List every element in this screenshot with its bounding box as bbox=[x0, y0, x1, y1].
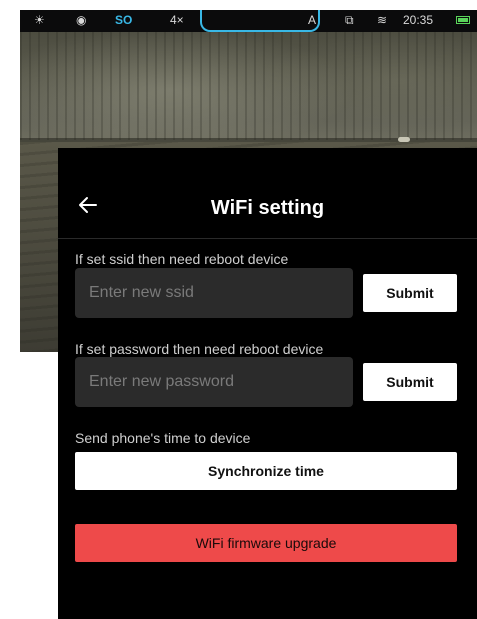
time-sync-label: Send phone's time to device bbox=[75, 430, 251, 446]
animal-marker bbox=[398, 137, 410, 142]
header-divider bbox=[58, 238, 477, 239]
auto-indicator: A bbox=[308, 13, 317, 27]
zoom-level: 4× bbox=[170, 13, 184, 27]
ssid-hint-label: If set ssid then need reboot device bbox=[75, 251, 289, 267]
battery-icon bbox=[456, 16, 470, 24]
wifi-firmware-upgrade-button[interactable]: WiFi firmware upgrade bbox=[75, 524, 457, 562]
record-icon: ⧉ bbox=[345, 13, 354, 27]
password-submit-button[interactable]: Submit bbox=[363, 363, 457, 401]
page-title: WiFi setting bbox=[210, 197, 325, 219]
wifi-icon: ≋ bbox=[377, 13, 388, 27]
status-notch bbox=[200, 10, 320, 32]
ssid-submit-button[interactable]: Submit bbox=[363, 274, 457, 312]
password-input[interactable] bbox=[75, 357, 353, 407]
treeline bbox=[20, 30, 477, 140]
wifi-settings-screen: WiFi setting If set ssid then need reboo… bbox=[58, 148, 477, 619]
ssid-input[interactable] bbox=[75, 268, 353, 318]
mode-indicator: SO bbox=[115, 13, 133, 27]
synchronize-time-button[interactable]: Synchronize time bbox=[75, 452, 457, 490]
app-header: WiFi setting bbox=[58, 148, 477, 238]
eye-icon: ◉ bbox=[76, 13, 87, 27]
password-hint-label: If set password then need reboot device bbox=[75, 341, 324, 357]
sun-icon: ☀ bbox=[34, 13, 45, 27]
device-status-bar: ☀ ◉ SO 4× A ⧉ ≋ 20:35 bbox=[20, 10, 477, 32]
status-time: 20:35 bbox=[403, 13, 434, 27]
